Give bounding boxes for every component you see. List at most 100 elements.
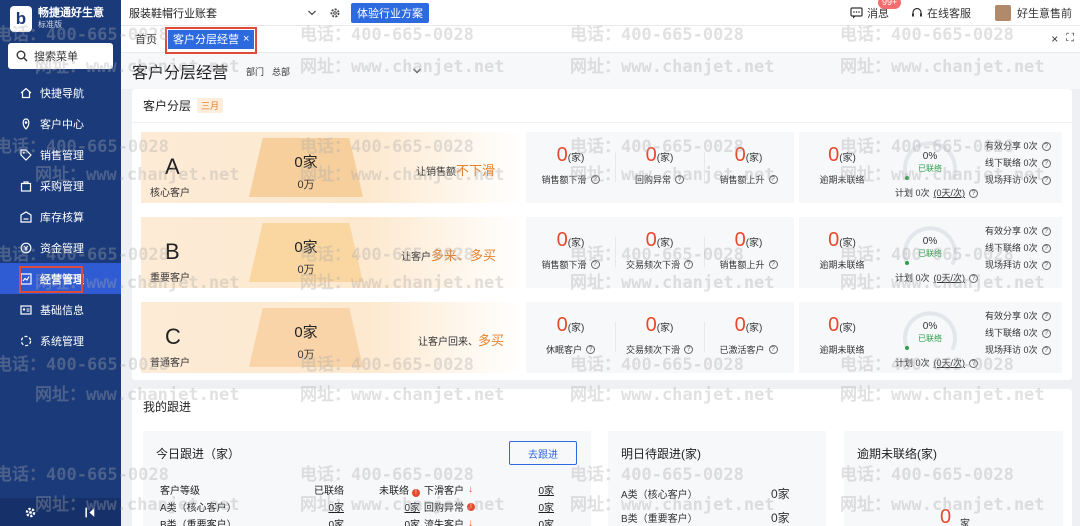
stat-unit: (家) (656, 323, 674, 334)
sidebar-item-funds[interactable]: 资金管理 (0, 232, 121, 263)
segment-grade-label: 普通客户 (150, 358, 190, 369)
stat-item[interactable]: 0(家) 回购异常? (615, 144, 704, 186)
help-icon[interactable]: ? (1041, 312, 1051, 321)
help-icon[interactable]: ? (684, 345, 693, 354)
risk-value-link[interactable]: 0家 (494, 499, 554, 514)
segment-count[interactable]: 0家 (249, 151, 363, 172)
help-icon[interactable]: ? (1041, 159, 1051, 168)
contacted-link[interactable]: 0家 (278, 516, 344, 526)
segment-grade: B (165, 239, 180, 264)
tab-customer-tiering[interactable]: 客户分层经营 × (165, 26, 258, 54)
help-icon[interactable]: ? (969, 189, 979, 199)
collapse-sidebar-icon[interactable] (84, 506, 97, 519)
help-icon[interactable]: ? (590, 175, 600, 184)
action-item: 线下联络 0次? (985, 155, 1051, 172)
stat-unit: (家) (839, 323, 856, 334)
help-icon[interactable]: ? (1041, 227, 1051, 236)
stat-label: 交易频次下滑 (625, 345, 680, 355)
close-all-icon[interactable]: × (1051, 32, 1058, 46)
help-icon[interactable]: ? (1041, 142, 1051, 151)
plan-frequency-link[interactable]: (0天/次) (934, 358, 966, 368)
segment-count[interactable]: 0家 (249, 236, 363, 257)
stat-item[interactable]: 0(家) 销售额下滑? (526, 144, 615, 186)
coin-icon (20, 242, 32, 253)
help-icon[interactable]: ? (768, 175, 778, 184)
plan-count: 0次 (915, 188, 930, 198)
list-item: A类（核心客户） 0家 (621, 481, 790, 505)
row-value[interactable]: 0家 (771, 485, 790, 502)
help-icon[interactable]: ? (1041, 176, 1051, 185)
help-icon[interactable]: ? (1041, 244, 1051, 253)
sidebar-item-system[interactable]: 系统管理 (0, 325, 121, 356)
gauge-state: 已联络 (918, 334, 942, 343)
stat-item[interactable]: 0(家) 交易频次下滑? (615, 229, 704, 271)
gear-icon[interactable] (24, 506, 37, 519)
stat-number: 0 (828, 314, 840, 336)
help-icon[interactable]: ? (590, 260, 600, 269)
period-tag[interactable]: 三月 (197, 98, 224, 113)
sidebar-item-sales[interactable]: 销售管理 (0, 139, 121, 170)
stat-item[interactable]: 0(家) 已激活客户? (704, 314, 793, 356)
risk-label: 流失客户 (424, 520, 464, 526)
sidebar-item-quick-nav[interactable]: 快捷导航 (0, 77, 121, 108)
arrow-down-icon: ↓ (468, 484, 473, 495)
sidebar-item-purchase[interactable]: 采购管理 (0, 170, 121, 201)
help-icon[interactable]: ? (969, 274, 979, 284)
not-contacted-link[interactable]: 0家 (344, 499, 420, 514)
overdue-stat[interactable]: 0(家) 逾期未联络 (799, 144, 885, 186)
help-icon[interactable]: ? (675, 175, 684, 184)
tab-home[interactable]: 首页 (127, 26, 165, 53)
plan-frequency-link[interactable]: (0天/次) (934, 188, 966, 198)
help-icon[interactable]: ? (1041, 329, 1051, 338)
help-icon[interactable]: ? (969, 359, 979, 369)
stat-item[interactable]: 0(家) 销售额上升? (704, 144, 793, 186)
overdue-count[interactable]: 0 (940, 506, 951, 526)
risk-value-link[interactable]: 0家 (494, 482, 554, 497)
stat-item[interactable]: 0(家) 交易频次下滑? (615, 314, 704, 356)
sidebar-item-inventory[interactable]: 库存核算 (0, 201, 121, 232)
messages-button[interactable]: 消息 99+ (850, 0, 902, 21)
sidebar-item-basic-info[interactable]: 基础信息 (0, 294, 121, 325)
stat-number: 0 (556, 229, 568, 251)
settings-icon[interactable] (329, 7, 341, 19)
online-service-button[interactable]: 在线客服 (911, 5, 971, 21)
action-item: 有效分享 0次? (985, 223, 1051, 240)
stat-unit: (家) (567, 323, 585, 334)
segment-count[interactable]: 0家 (249, 321, 363, 342)
trial-industry-button[interactable]: 体验行业方案 (351, 2, 429, 23)
help-icon[interactable]: ? (1041, 261, 1051, 270)
plan-frequency-link[interactable]: (0天/次) (934, 273, 966, 283)
fullscreen-icon[interactable]: ⛶ (1066, 32, 1074, 46)
plan-text: 计划 0次 (0天/次)? (895, 271, 979, 284)
overdue-stat[interactable]: 0(家) 逾期未联络 (799, 314, 885, 356)
sidebar-item-label: 客户中心 (40, 118, 84, 131)
contacted-link[interactable]: 0家 (278, 499, 344, 514)
overdue-stat[interactable]: 0(家) 逾期未联络 (799, 229, 885, 271)
tomorrow-list: A类（核心客户） 0家 B类（重要客户） 0家 (621, 481, 790, 526)
account-selector[interactable]: 服装鞋帽行业账套 (129, 5, 317, 21)
stat-label: 休眠客户 (545, 345, 582, 355)
help-icon[interactable]: ? (586, 345, 595, 354)
not-contacted-link[interactable]: 0家 (344, 516, 420, 526)
stat-item[interactable]: 0(家) 休眠客户? (526, 314, 615, 356)
stat-item[interactable]: 0(家) 销售额下滑? (526, 229, 615, 271)
account-name: 服装鞋帽行业账套 (129, 7, 217, 20)
action-value: 0次 (1023, 243, 1038, 253)
action-label: 现场拜访 (985, 175, 1022, 185)
user-menu[interactable]: 好生意售前 (995, 4, 1072, 21)
help-icon[interactable]: ? (768, 345, 778, 354)
row-value[interactable]: 0家 (771, 509, 790, 526)
search-menu-button[interactable]: 搜索菜单 (8, 43, 113, 69)
risk-value-link[interactable]: 0家 (494, 516, 554, 526)
stat-number: 0 (734, 314, 746, 336)
stat-item[interactable]: 0(家) 销售额上升? (704, 229, 793, 271)
help-icon[interactable]: ? (684, 260, 693, 269)
help-icon[interactable]: ? (768, 260, 778, 269)
sidebar-item-customer-center[interactable]: 客户中心 (0, 108, 121, 139)
table-header: 客户等级 已联络 未联络! (160, 481, 420, 498)
go-followup-button[interactable]: 去跟进 (509, 441, 577, 465)
sidebar-item-business[interactable]: 经营管理 (0, 263, 121, 294)
action-label: 现场拜访 (985, 345, 1022, 355)
dept-select[interactable]: 总部 (272, 65, 422, 78)
help-icon[interactable]: ? (1041, 346, 1051, 355)
